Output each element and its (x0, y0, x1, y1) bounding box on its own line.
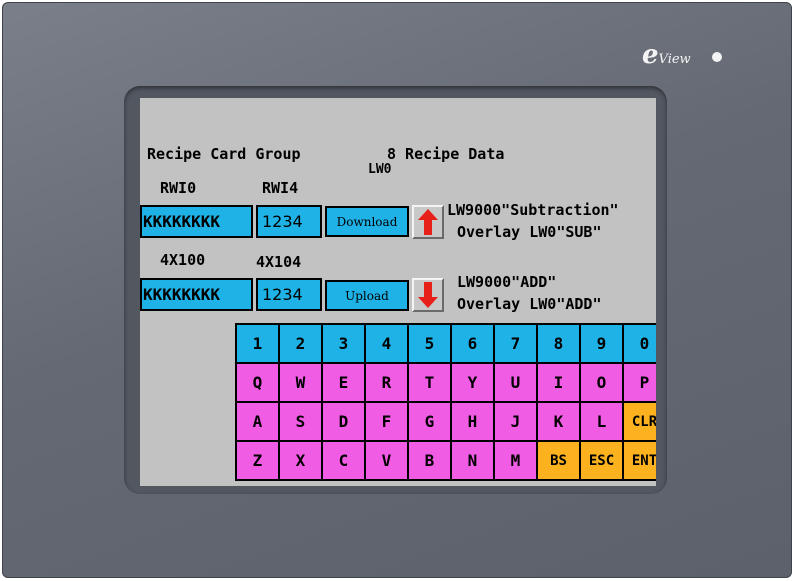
4x100-label: 4X100 (160, 251, 206, 269)
down-arrow-icon (418, 282, 438, 308)
up-arrow-button[interactable] (412, 205, 444, 239)
key-z[interactable]: Z (235, 440, 280, 481)
note-overlay-add: Overlay LW0"ADD" (457, 295, 602, 313)
recipe-card-group-label: Recipe Card Group (147, 145, 301, 163)
rwi0-label: RWI0 (160, 179, 197, 197)
recipe-number-field-2[interactable]: 1234 (256, 278, 322, 311)
key-v[interactable]: V (364, 440, 409, 481)
key-i[interactable]: I (536, 362, 581, 403)
recipe-data-label: 8 Recipe Data (387, 145, 505, 163)
key-5[interactable]: 5 (407, 323, 452, 364)
key-0[interactable]: 0 (622, 323, 656, 364)
key-s[interactable]: S (278, 401, 323, 442)
key-ent[interactable]: ENT (622, 440, 656, 481)
rwi4-label: RWI4 (262, 179, 299, 197)
hmi-screen: Recipe Card Group 8 Recipe Data LW0 RWI0… (140, 98, 656, 486)
key-l[interactable]: L (579, 401, 624, 442)
key-e[interactable]: E (321, 362, 366, 403)
4x104-label: 4X104 (256, 253, 302, 271)
download-button[interactable]: Download (325, 206, 409, 237)
key-r[interactable]: R (364, 362, 409, 403)
key-d[interactable]: D (321, 401, 366, 442)
key-u[interactable]: U (493, 362, 538, 403)
note-add: LW9000"ADD" (457, 273, 557, 291)
down-arrow-button[interactable] (412, 278, 444, 312)
key-o[interactable]: O (579, 362, 624, 403)
key-8[interactable]: 8 (536, 323, 581, 364)
key-esc[interactable]: ESC (579, 440, 624, 481)
key-1[interactable]: 1 (235, 323, 280, 364)
key-clr[interactable]: CLR (622, 401, 656, 442)
key-c[interactable]: C (321, 440, 366, 481)
key-x[interactable]: X (278, 440, 323, 481)
key-9[interactable]: 9 (579, 323, 624, 364)
lw0-address-label: LW0 (368, 162, 392, 177)
key-h[interactable]: H (450, 401, 495, 442)
recipe-text-field-1[interactable]: KKKKKKKK (140, 205, 253, 238)
key-bs[interactable]: BS (536, 440, 581, 481)
recipe-text-field-2[interactable]: KKKKKKKK (140, 278, 253, 311)
key-j[interactable]: J (493, 401, 538, 442)
key-3[interactable]: 3 (321, 323, 366, 364)
key-6[interactable]: 6 (450, 323, 495, 364)
key-b[interactable]: B (407, 440, 452, 481)
power-led (712, 52, 722, 62)
up-arrow-icon (418, 209, 438, 235)
key-t[interactable]: T (407, 362, 452, 403)
key-y[interactable]: Y (450, 362, 495, 403)
key-4[interactable]: 4 (364, 323, 409, 364)
key-a[interactable]: A (235, 401, 280, 442)
key-2[interactable]: 2 (278, 323, 323, 364)
key-f[interactable]: F (364, 401, 409, 442)
key-k[interactable]: K (536, 401, 581, 442)
key-g[interactable]: G (407, 401, 452, 442)
key-m[interactable]: M (493, 440, 538, 481)
eview-logo: eView (642, 40, 691, 70)
key-p[interactable]: P (622, 362, 656, 403)
upload-button[interactable]: Upload (325, 280, 409, 311)
key-n[interactable]: N (450, 440, 495, 481)
note-subtraction: LW9000"Subtraction" (447, 201, 619, 219)
note-overlay-sub: Overlay LW0"SUB" (457, 223, 602, 241)
key-7[interactable]: 7 (493, 323, 538, 364)
key-q[interactable]: Q (235, 362, 280, 403)
recipe-number-field-1[interactable]: 1234 (256, 205, 322, 238)
key-w[interactable]: W (278, 362, 323, 403)
